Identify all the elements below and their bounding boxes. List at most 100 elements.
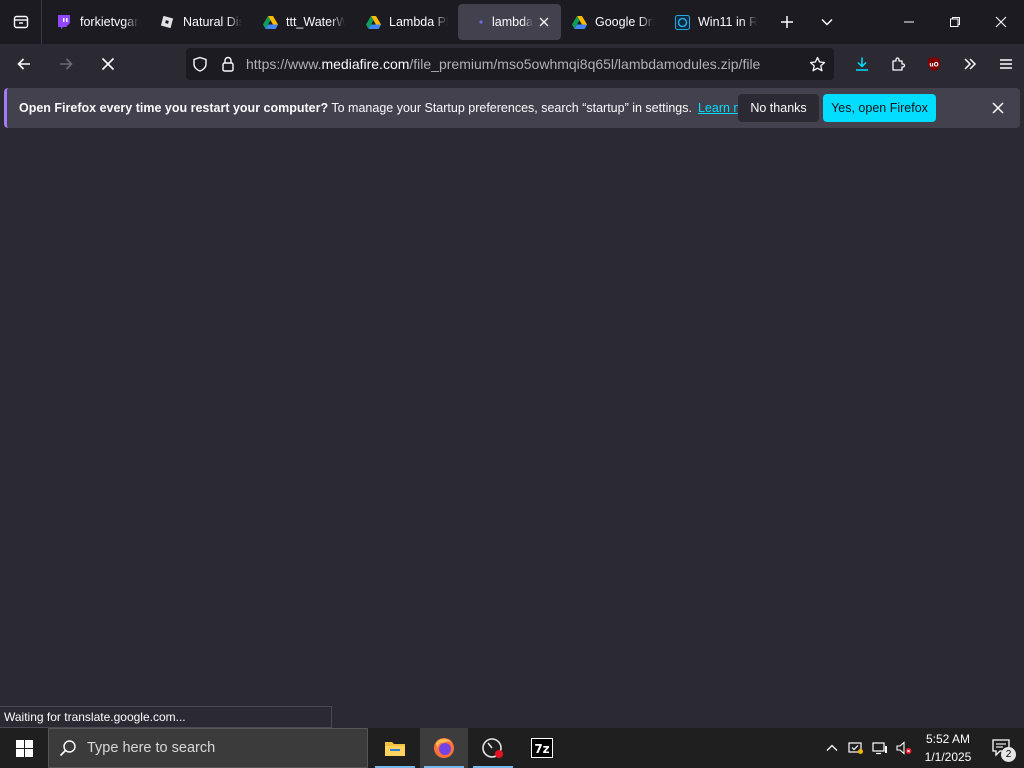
url-path: /file_premium/mso5owhmqi8q65l/lambdamodu… xyxy=(409,56,761,72)
firefox-view-button[interactable] xyxy=(0,0,42,44)
tab-twitch[interactable]: forkietvgaming - Twitch xyxy=(46,4,149,40)
security-tray-icon[interactable] xyxy=(844,728,868,768)
close-icon xyxy=(992,102,1004,114)
taskbar-search-box[interactable]: Type here to search xyxy=(48,728,368,768)
windows-logo-icon xyxy=(15,739,33,757)
hamburger-menu-icon xyxy=(1000,59,1012,69)
taskbar-apps: 7z xyxy=(371,728,567,768)
google-drive-icon xyxy=(571,14,587,30)
svg-text:7z: 7z xyxy=(534,742,549,756)
close-icon xyxy=(995,16,1007,28)
close-tab-icon[interactable] xyxy=(537,15,551,29)
close-notification-button[interactable] xyxy=(984,94,1012,122)
puzzle-icon xyxy=(892,57,906,71)
ublock-origin-icon: uO xyxy=(928,57,940,71)
tab-lambdamodules[interactable]: lambdamodules xyxy=(458,4,561,40)
chevron-up-icon xyxy=(826,744,838,751)
twitch-icon xyxy=(56,14,72,30)
minimize-icon xyxy=(904,21,914,23)
tab-win11[interactable]: Win11 in React xyxy=(664,4,767,40)
new-tab-button[interactable] xyxy=(767,0,807,44)
url-text[interactable]: https://www.mediafire.com/file_premium/m… xyxy=(242,56,800,72)
speedometer-icon xyxy=(482,738,503,758)
no-thanks-button[interactable]: No thanks xyxy=(738,94,819,122)
tab-roblox[interactable]: Natural Disaster Survival xyxy=(149,4,252,40)
restore-button[interactable] xyxy=(932,0,978,44)
downloads-button[interactable] xyxy=(844,44,880,84)
chevron-double-right-icon xyxy=(964,58,977,70)
firefox-view-icon xyxy=(13,15,28,29)
clock-time: 5:52 AM xyxy=(925,732,971,746)
status-panel: Waiting for translate.google.com... xyxy=(0,706,332,728)
forward-arrow-icon xyxy=(60,58,73,70)
yes-open-firefox-button[interactable]: Yes, open Firefox xyxy=(823,94,936,122)
minimize-button[interactable] xyxy=(886,0,932,44)
notification-bold-text: Open Firefox every time you restart your… xyxy=(19,101,329,115)
loading-dot-icon xyxy=(468,14,484,30)
download-icon xyxy=(856,57,868,71)
tab-title: forkietvgaming - Twitch xyxy=(80,15,139,29)
list-all-tabs-button[interactable] xyxy=(807,0,847,44)
back-button[interactable] xyxy=(6,48,42,80)
browser-window: forkietvgaming - Twitch Natural Disaster… xyxy=(0,0,1024,768)
lock-icon[interactable] xyxy=(214,48,242,80)
url-domain: mediafire.com xyxy=(321,56,410,72)
extensions-button[interactable] xyxy=(880,44,916,84)
chevron-down-icon xyxy=(821,18,833,26)
7zip-button[interactable]: 7z xyxy=(518,728,566,768)
bookmark-star-icon[interactable] xyxy=(800,48,834,80)
toolbar-buttons: uO xyxy=(844,44,1024,84)
win11-icon xyxy=(674,14,690,30)
notification-count-badge: 2 xyxy=(1001,747,1016,762)
7zip-icon: 7z xyxy=(531,738,553,758)
app-menu-button[interactable] xyxy=(988,44,1024,84)
more-tools-button[interactable] xyxy=(952,44,988,84)
tab-title: Lambda Players xyxy=(389,15,448,29)
page-content[interactable] xyxy=(0,132,1024,728)
search-placeholder: Type here to search xyxy=(87,740,216,756)
tab-title: Google Drive xyxy=(595,15,654,29)
action-center-button[interactable]: 2 xyxy=(980,728,1024,768)
tab-lambda-players[interactable]: Lambda Players xyxy=(355,4,458,40)
file-explorer-icon xyxy=(385,742,405,756)
url-bar[interactable]: https://www.mediafire.com/file_premium/m… xyxy=(186,48,834,80)
notification-text: To manage your Startup preferences, sear… xyxy=(328,101,692,115)
close-window-button[interactable] xyxy=(978,0,1024,44)
tab-google-drive[interactable]: Google Drive xyxy=(561,4,664,40)
url-prefix: https://www. xyxy=(246,56,322,72)
tab-title: Natural Disaster Survival xyxy=(183,15,242,29)
speedometer-app-button[interactable] xyxy=(469,728,517,768)
default-browser-notification: Open Firefox every time you restart your… xyxy=(4,88,1020,128)
stop-icon xyxy=(101,57,115,71)
firefox-taskbar-button[interactable] xyxy=(420,728,468,768)
system-tray: 5:52 AM 1/1/2025 2 xyxy=(820,728,1024,768)
tab-title: lambdamodules xyxy=(492,15,533,29)
google-drive-icon xyxy=(365,14,381,30)
window-controls xyxy=(886,0,1024,44)
roblox-icon xyxy=(159,14,175,30)
taskbar: Type here to search 7z 5:52 AM 1/1/2025 … xyxy=(0,728,1024,768)
tab-ttt-waterworld[interactable]: ttt_WaterWorld xyxy=(252,4,355,40)
tab-strip: forkietvgaming - Twitch Natural Disaster… xyxy=(0,0,1024,44)
tracking-protection-icon[interactable] xyxy=(186,48,214,80)
tab-list: forkietvgaming - Twitch Natural Disaster… xyxy=(42,0,767,44)
stop-button[interactable] xyxy=(90,48,126,80)
show-hidden-icons-button[interactable] xyxy=(820,728,844,768)
volume-muted-icon[interactable] xyxy=(892,728,916,768)
firefox-icon xyxy=(434,738,454,758)
navigation-toolbar: https://www.mediafire.com/file_premium/m… xyxy=(0,44,1024,84)
tab-title: ttt_WaterWorld xyxy=(286,15,345,29)
restore-icon xyxy=(950,17,960,27)
plus-icon xyxy=(781,16,793,28)
back-arrow-icon xyxy=(17,58,30,70)
forward-button[interactable] xyxy=(48,48,84,80)
start-button[interactable] xyxy=(0,728,48,768)
taskbar-clock[interactable]: 5:52 AM 1/1/2025 xyxy=(916,728,980,768)
search-icon xyxy=(49,739,87,757)
google-drive-icon xyxy=(262,14,278,30)
file-explorer-button[interactable] xyxy=(371,728,419,768)
svg-text:uO: uO xyxy=(929,62,938,69)
ublock-origin-button[interactable]: uO xyxy=(916,44,952,84)
notification-message: Open Firefox every time you restart your… xyxy=(7,101,762,115)
network-icon[interactable] xyxy=(868,728,892,768)
